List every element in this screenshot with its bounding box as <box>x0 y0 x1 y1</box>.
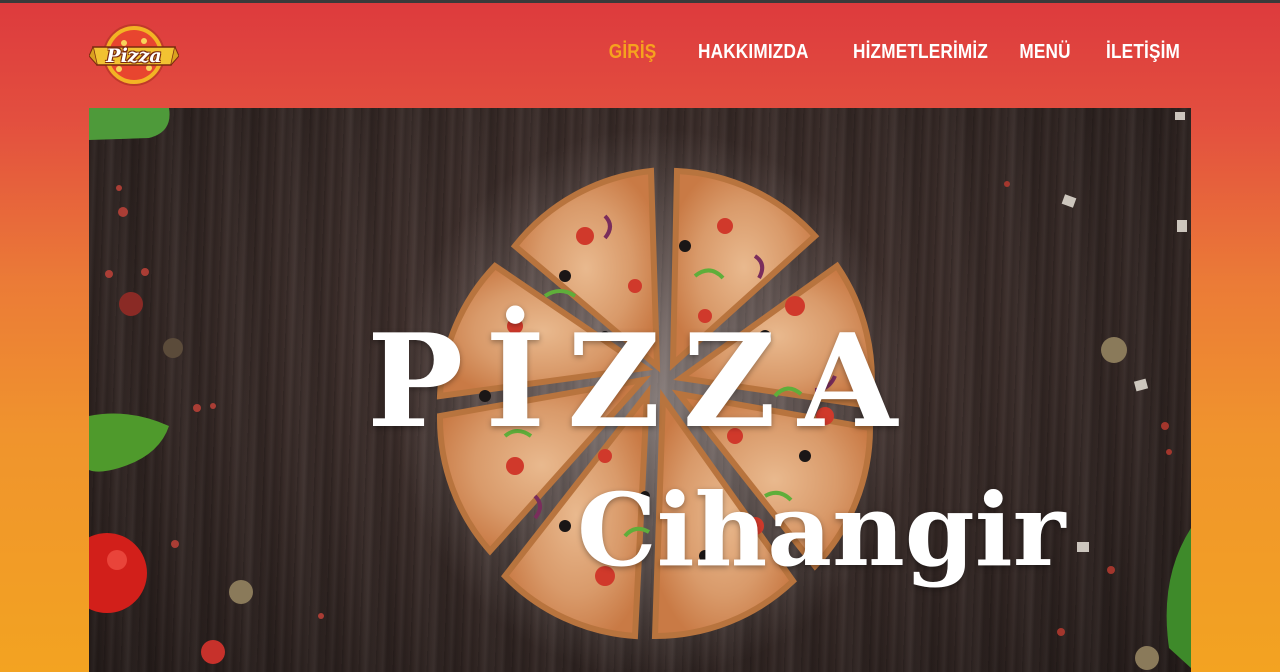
logo-text: Pizza <box>106 45 162 67</box>
green-pepper <box>89 413 169 472</box>
basil-leaf-right <box>1166 528 1191 668</box>
pizza-logo[interactable]: Pizza <box>89 23 179 87</box>
main-nav: GİRİŞ HAKKIMIZDA HİZMETLERİMİZ MENÜ İLET… <box>601 41 1180 64</box>
basil-leaf <box>89 108 170 140</box>
nav-item-hizmetlerimiz[interactable]: HİZMETLERİMİZ <box>853 41 988 64</box>
nav-item-iletisim[interactable]: İLETİŞİM <box>1106 41 1180 64</box>
tomato <box>89 533 147 613</box>
pizza-background-image <box>89 108 1191 672</box>
site-header: Pizza GİRİŞ HAKKIMIZDA HİZMETLERİMİZ MEN… <box>0 3 1280 108</box>
hero-banner: PİZZA Cihangir <box>89 108 1191 672</box>
nav-item-hakkimizda[interactable]: HAKKIMIZDA <box>698 41 809 64</box>
nav-item-menu[interactable]: MENÜ <box>1020 41 1071 64</box>
nav-item-giris[interactable]: GİRİŞ <box>609 41 657 64</box>
